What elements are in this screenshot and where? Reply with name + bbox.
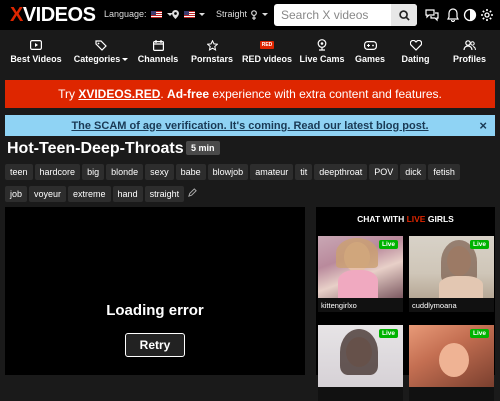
main-nav: Best Videos Categories Channels Pornstar… — [0, 34, 500, 68]
video-title: Hot-Teen-Deep-Throats — [7, 140, 184, 157]
language-selector[interactable]: Language: — [104, 9, 173, 19]
cam-thumbnail: Live — [318, 236, 403, 298]
nav-red-videos[interactable]: RED RED videos — [238, 34, 296, 68]
chevron-down-icon — [262, 13, 269, 17]
search-button[interactable] — [391, 4, 417, 26]
chat-bubbles-icon[interactable] — [425, 8, 439, 22]
tag-list: teen hardcore big blonde sexy babe blowjob amat… — [5, 162, 475, 206]
live-chat-panel: CHAT WITH LIVE GIRLS Live kittengirlxo L… — [316, 207, 495, 401]
play-square-icon — [30, 40, 42, 50]
location-pin-icon — [172, 10, 179, 20]
video-player[interactable]: Loading error Retry — [5, 207, 305, 375]
red-promo-link[interactable]: XVIDEOS.RED — [78, 87, 160, 101]
edit-tags-icon[interactable] — [188, 188, 197, 198]
tag-chip[interactable]: dick — [400, 164, 427, 180]
tag-chip[interactable]: fetish — [428, 164, 460, 180]
chevron-down-icon — [199, 13, 206, 17]
heart-icon — [409, 39, 422, 51]
tag-chip[interactable]: job — [5, 186, 28, 202]
tag-chip[interactable]: tit — [295, 164, 313, 180]
orientation-label: Straight — [216, 9, 248, 19]
tag-chip[interactable]: voyeur — [29, 186, 67, 202]
red-badge-icon: RED — [259, 41, 275, 49]
cam-username — [409, 387, 494, 401]
notification-bell-icon[interactable] — [446, 8, 460, 22]
calendar-icon — [152, 39, 164, 51]
chat-panel-heading: CHAT WITH LIVE GIRLS — [357, 214, 454, 224]
nav-categories[interactable]: Categories — [72, 34, 130, 68]
tag-chip[interactable]: sexy — [145, 164, 174, 180]
gamepad-icon — [363, 40, 377, 50]
cam-tile[interactable]: Live — [318, 325, 403, 401]
tag-chip[interactable]: straight — [144, 186, 185, 202]
tags-icon — [95, 39, 107, 51]
tag-chip[interactable]: deepthroat — [314, 164, 368, 180]
cam-tile[interactable]: Live — [409, 325, 494, 401]
cam-thumbnail: Live — [409, 236, 494, 298]
search-box — [274, 4, 417, 26]
tag-chip[interactable]: big — [82, 164, 105, 180]
contrast-icon[interactable] — [463, 8, 477, 22]
nav-dating[interactable]: Dating — [392, 34, 439, 68]
cam-thumbnail: Live — [318, 325, 403, 387]
us-flag-icon — [151, 11, 163, 19]
us-flag-icon — [183, 11, 195, 19]
tag-chip[interactable]: blonde — [106, 164, 144, 180]
live-badge: Live — [469, 329, 489, 338]
live-badge: Live — [378, 329, 398, 338]
cam-tile[interactable]: Live cuddlymoana — [409, 236, 494, 312]
live-badge: Live — [469, 240, 489, 249]
webcam-icon — [317, 39, 327, 51]
search-icon — [398, 9, 410, 21]
chevron-down-icon — [122, 58, 129, 62]
gear-icon[interactable] — [480, 8, 494, 22]
live-badge: Live — [378, 240, 398, 249]
tag-chip[interactable]: extreme — [68, 186, 111, 202]
star-icon — [206, 39, 218, 51]
nav-pornstars[interactable]: Pornstars — [186, 34, 238, 68]
nav-channels[interactable]: Channels — [130, 34, 186, 68]
nav-best-videos[interactable]: Best Videos — [0, 34, 72, 68]
users-icon — [463, 39, 476, 50]
duration-badge: 5 min — [186, 141, 220, 155]
cam-username: cuddlymoana — [409, 298, 494, 312]
tag-chip[interactable]: blowjob — [207, 164, 249, 180]
country-selector[interactable] — [172, 9, 206, 20]
tag-chip[interactable]: POV — [369, 164, 399, 180]
tag-chip[interactable]: hand — [112, 186, 143, 202]
xvideos-logo[interactable]: XVIDEOS — [10, 4, 96, 27]
top-bar: XVIDEOS Language: Straight — [0, 0, 500, 30]
close-icon[interactable]: × — [479, 118, 487, 133]
search-input[interactable] — [274, 4, 391, 26]
blog-notice-banner: The SCAM of age verification. It's comin… — [5, 115, 495, 136]
cam-tile[interactable]: Live kittengirlxo — [318, 236, 403, 312]
retry-button[interactable]: Retry — [125, 333, 185, 357]
tag-chip[interactable]: amateur — [250, 164, 294, 180]
blog-notice-link[interactable]: The SCAM of age verification. It's comin… — [71, 120, 428, 132]
female-symbol-icon — [250, 9, 257, 20]
nav-live-cams[interactable]: Live Cams — [296, 34, 348, 68]
nav-games[interactable]: Games — [348, 34, 392, 68]
tag-chip[interactable]: teen — [5, 164, 33, 180]
cam-username — [318, 387, 403, 401]
language-label: Language: — [104, 9, 147, 19]
orientation-selector[interactable]: Straight — [216, 9, 269, 20]
loading-error-message: Loading error — [106, 302, 204, 319]
tag-chip[interactable]: babe — [175, 164, 206, 180]
nav-profiles[interactable]: Profiles — [439, 34, 500, 68]
tag-chip[interactable]: hardcore — [34, 164, 81, 180]
cam-thumbnail: Live — [409, 325, 494, 387]
cam-username: kittengirlxo — [318, 298, 403, 312]
red-promo-banner[interactable]: Try XVIDEOS.RED. Ad-free experience with… — [5, 80, 495, 108]
